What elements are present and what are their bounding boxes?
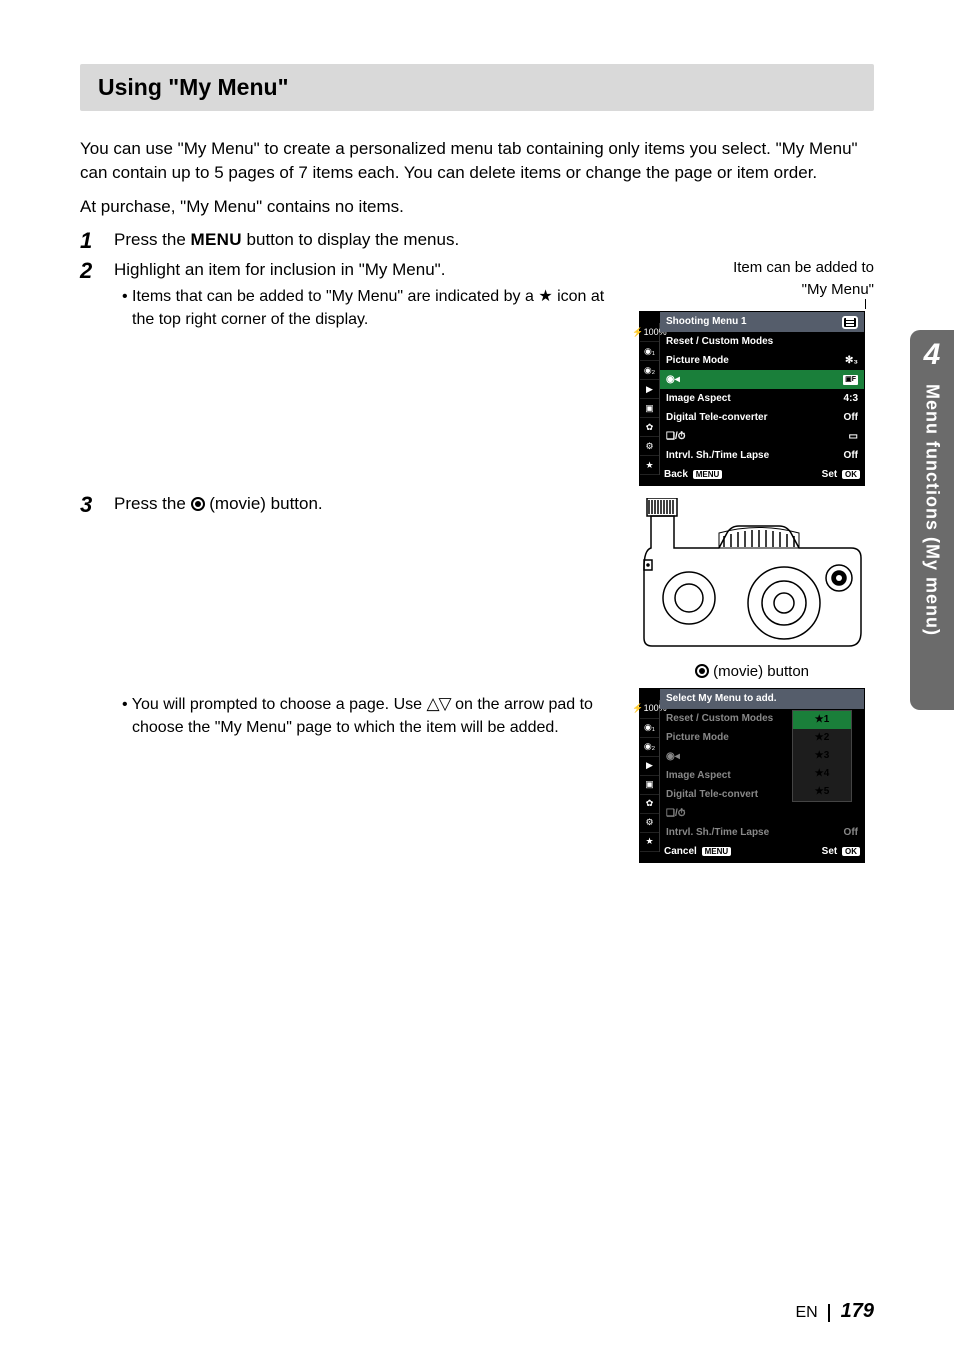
menu-side-icons: ⚡100% ◉₁ ◉₂ ▶ ▣ ✿ ⚙ ★ [640, 323, 660, 475]
intro-paragraph-2: At purchase, "My Menu" contains no items… [80, 195, 874, 219]
movie-button-caption: (movie) button [639, 661, 865, 682]
step-3-text: Press the (movie) button. [114, 492, 621, 516]
mymenu-page-option: ★1 [793, 711, 851, 729]
setup-icon: ⚙ [640, 437, 659, 456]
step-3: 3 Press the (movie) button. [80, 492, 874, 682]
record-icon [695, 664, 709, 678]
step-2-sub: • Items that can be added to "My Menu" a… [114, 286, 621, 331]
mymenu-page-option: ★4 [793, 765, 851, 783]
display-icon: ▣ [640, 399, 659, 418]
camera1-icon: ◉₁ [640, 719, 659, 738]
section-title: Using "My Menu" [80, 64, 874, 111]
battery-icon: ⚡100% [640, 700, 659, 719]
mymenu-page-option: ★3 [793, 747, 851, 765]
ok-pill: OK [842, 470, 860, 479]
footer-lang: EN [795, 1304, 817, 1321]
star-icon: ★ [538, 288, 552, 305]
step-3-sub: • You will prompted to choose a page. Us… [80, 688, 874, 863]
mymenu-page-overlay: ★1 ★2 ★3 ★4 ★5 [792, 710, 852, 802]
play-icon: ▶ [640, 380, 659, 399]
custom-icon: ✿ [640, 418, 659, 437]
menu-item-selected: ◉◂▣F [660, 370, 864, 389]
camera1-icon: ◉₁ [640, 342, 659, 361]
camera2-icon: ◉₂ [640, 738, 659, 757]
menu-pill: MENU [702, 847, 732, 856]
shooting-menu-screenshot: ⚡100% ◉₁ ◉₂ ▶ ▣ ✿ ⚙ ★ S [639, 311, 865, 486]
menu-caption-line2: "My Menu" [639, 280, 874, 300]
menu-item: Intrvl. Sh./Time LapseOff [660, 446, 864, 465]
chapter-title: Menu functions (My menu) [922, 384, 943, 636]
menu-pill: MENU [693, 470, 723, 479]
camera2-icon: ◉₂ [640, 361, 659, 380]
step-number: 2 [80, 260, 114, 282]
page-footer: EN 179 [795, 1300, 874, 1323]
ok-pill: OK [842, 847, 860, 856]
menu-item: Reset / Custom Modes [660, 332, 864, 351]
menu-footer: Cancel MENU Set OK [660, 842, 864, 862]
battery-icon: ⚡100% [640, 323, 659, 342]
mymenu-page-option: ★5 [793, 783, 851, 801]
chapter-number: 4 [910, 338, 954, 372]
menu-item: ❏/⏱▭ [660, 427, 864, 446]
step-2: 2 Highlight an item for inclusion in "My… [80, 258, 874, 486]
menu-item: Digital Tele-converterOff [660, 408, 864, 427]
section-title-text: Using "My Menu" [98, 74, 856, 101]
mymenu-page-option: ★2 [793, 729, 851, 747]
caption-tick [639, 301, 874, 311]
mymenu-indicator-icon [842, 316, 858, 329]
page-number: 179 [841, 1300, 874, 1322]
mymenu-star-icon: ★ [640, 456, 659, 475]
chapter-side-tab: 4 Menu functions (My menu) [910, 330, 954, 710]
menu-item: Intrvl. Sh./Time LapseOff [660, 823, 864, 842]
step-number: 1 [80, 230, 114, 252]
intro-paragraph-1: You can use "My Menu" to create a person… [80, 137, 874, 185]
step-1-text-pre: Press the [114, 230, 191, 249]
menu-item: ❏/⏱ [660, 804, 864, 823]
camera-body-illustration [639, 498, 865, 648]
mymenu-star-icon: ★ [640, 833, 659, 852]
step-2-text: Highlight an item for inclusion in "My M… [114, 258, 621, 282]
record-icon [191, 497, 205, 511]
play-icon: ▶ [640, 757, 659, 776]
display-icon: ▣ [640, 776, 659, 795]
menu-footer: Back MENU Set OK [660, 465, 864, 485]
menu-item: Image Aspect4:3 [660, 389, 864, 408]
step-3-sub-text: • You will prompted to choose a page. Us… [114, 692, 621, 739]
menu-button-word: MENU [191, 230, 242, 249]
menu-side-icons: ⚡100% ◉₁ ◉₂ ▶ ▣ ✿ ⚙ ★ [640, 700, 660, 852]
custom-icon: ✿ [640, 795, 659, 814]
menu-caption-line1: Item can be added to [639, 258, 874, 278]
step-number: 3 [80, 494, 114, 516]
step-1: 1 Press the MENU button to display the m… [80, 228, 874, 252]
menu-title-row: Select My Menu to add. [660, 689, 864, 709]
menu-item: Picture Mode✻₃ [660, 351, 864, 370]
step-1-text-post: button to display the menus. [242, 230, 459, 249]
setup-icon: ⚙ [640, 814, 659, 833]
footer-separator [828, 1304, 830, 1322]
up-down-arrows-icon: △▽ [426, 694, 450, 713]
menu-title-row: Shooting Menu 1 [660, 312, 864, 332]
